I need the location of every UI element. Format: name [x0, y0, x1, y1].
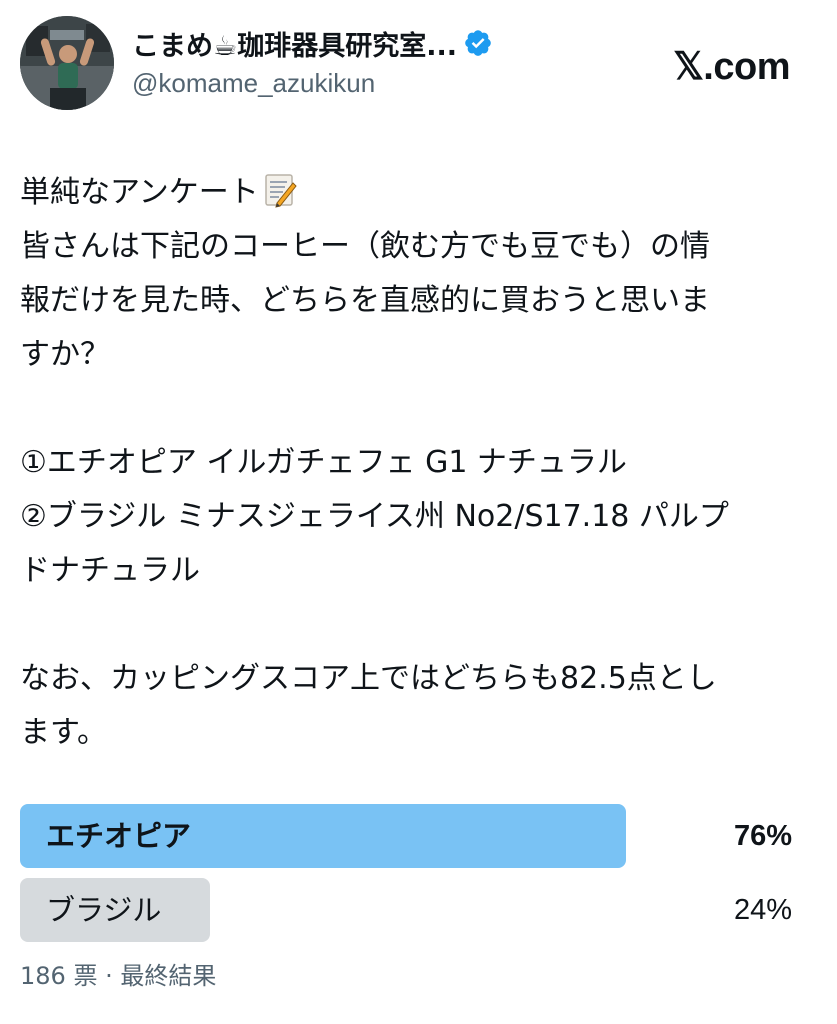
author-block: こまめ☕珈琲器具研究室... @komame_azukikun	[132, 20, 493, 99]
post-text: 単純なアンケート 皆さんは下記のコーヒー（飲む方でも豆でも）の情 報だけを見た時…	[20, 166, 825, 760]
post-line: ②ブラジル ミナスジェライス州 No2/S17.18 パルプ	[20, 499, 729, 534]
x-logo[interactable]: 𝕏.com	[673, 44, 790, 89]
poll-option[interactable]: エチオピア 76%	[20, 804, 796, 868]
post-line: ドナチュラル	[20, 553, 200, 588]
poll-vote-count: 186 票	[20, 962, 98, 990]
poll-option-percent: 24%	[733, 894, 792, 926]
avatar[interactable]	[20, 16, 114, 110]
post-line: 単純なアンケート	[20, 166, 825, 220]
poll-option-percent: 76%	[733, 820, 792, 852]
verified-badge-icon	[465, 30, 491, 56]
user-handle[interactable]: @komame_azukikun	[132, 68, 493, 99]
post-line: 報だけを見た時、どちらを直感的に買おうと思いま	[20, 283, 710, 318]
poll-meta: 186 票 · 最終結果	[20, 956, 216, 991]
memo-icon	[265, 174, 297, 208]
post-line-text: 単純なアンケート	[20, 175, 259, 210]
poll-meta-separator: ·	[97, 962, 121, 990]
post-header: こまめ☕珈琲器具研究室... @komame_azukikun 𝕏.com	[20, 16, 820, 112]
post-line: ①エチオピア イルガチェフェ G1 ナチュラル	[20, 445, 627, 480]
avatar-photo	[20, 16, 114, 110]
poll-option-label: ブラジル	[46, 893, 162, 927]
post-line: ます。	[20, 715, 107, 750]
poll: エチオピア 76% ブラジル 24%	[20, 804, 796, 952]
display-name[interactable]: こまめ☕珈琲器具研究室...	[132, 24, 457, 63]
post-line: 皆さんは下記のコーヒー（飲む方でも豆でも）の情	[20, 229, 710, 264]
post-line: すか？	[20, 337, 110, 372]
poll-status: 最終結果	[120, 962, 217, 990]
poll-option-label: エチオピア	[46, 819, 192, 853]
post-line: なお、カッピングスコア上ではどちらも82.5点とし	[20, 661, 717, 696]
poll-option[interactable]: ブラジル 24%	[20, 878, 796, 942]
